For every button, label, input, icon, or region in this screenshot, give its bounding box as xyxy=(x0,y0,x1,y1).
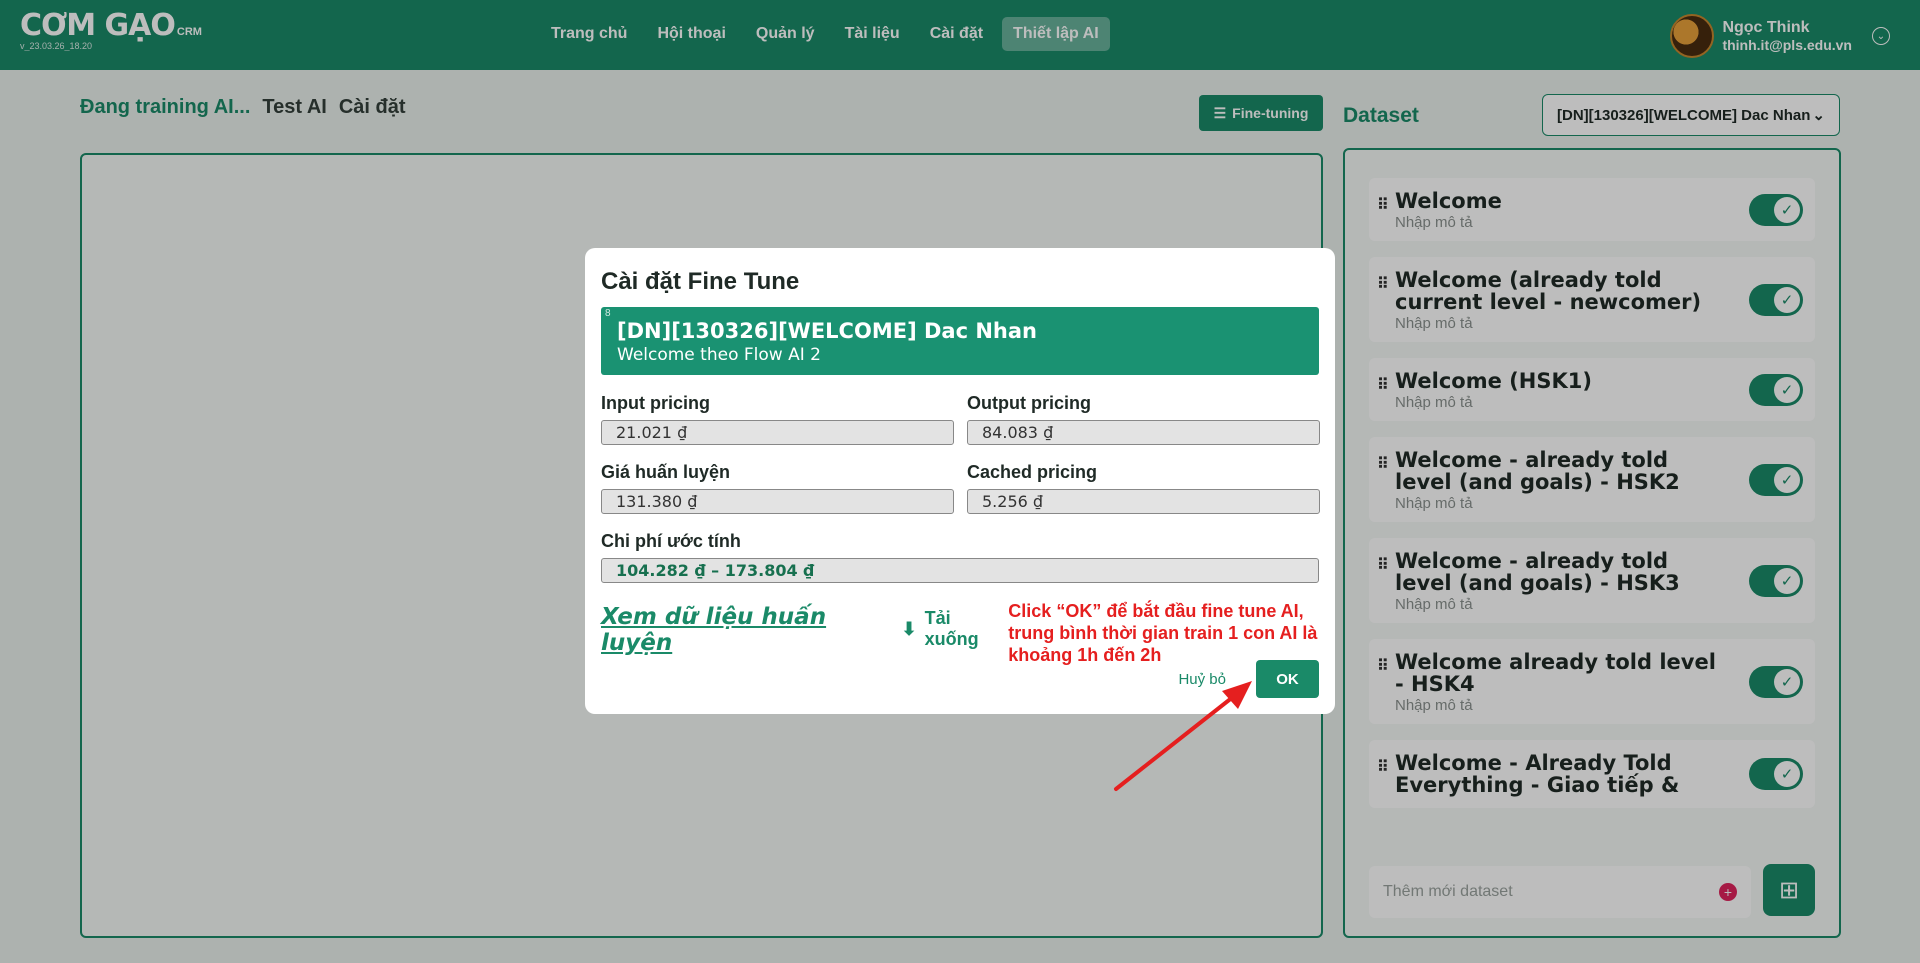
output-pricing-field: Output pricing 84.083 ₫ xyxy=(967,393,1320,462)
cached-pricing-value: 5.256 ₫ xyxy=(967,489,1320,514)
estimated-cost-value: 104.282 ₫ – 173.804 ₫ xyxy=(601,558,1319,583)
cached-pricing-field: Cached pricing 5.256 ₫ xyxy=(967,462,1320,531)
pricing-grid: Input pricing 21.021 ₫ Output pricing 84… xyxy=(601,393,1320,531)
annotation-note: Click “OK” để bắt đầu fine tune AI, trun… xyxy=(1008,601,1318,665)
model-name: [DN][130326][WELCOME] Dac Nhan xyxy=(617,319,1037,343)
training-price-value: 131.380 ₫ xyxy=(601,489,954,514)
input-pricing-label: Input pricing xyxy=(601,393,710,413)
model-card-badge: 8 xyxy=(605,308,611,319)
download-icon: ⬇ xyxy=(901,618,917,639)
download-label: Tải xuống xyxy=(924,608,979,649)
output-pricing-value: 84.083 ₫ xyxy=(967,420,1320,445)
download-button[interactable]: ⬇ Tải xuống xyxy=(902,608,1004,650)
view-training-data-link[interactable]: Xem dữ liệu huấn luyện xyxy=(601,604,888,656)
training-price-label: Giá huấn luyện xyxy=(601,462,731,482)
input-pricing-value: 21.021 ₫ xyxy=(601,420,954,445)
fine-tune-dialog: Cài đặt Fine Tune 8 [DN][130326][WELCOME… xyxy=(585,248,1335,714)
training-price-field: Giá huấn luyện 131.380 ₫ xyxy=(601,462,954,531)
model-card: 8 [DN][130326][WELCOME] Dac Nhan Welcome… xyxy=(601,307,1319,375)
output-pricing-label: Output pricing xyxy=(967,393,1091,413)
model-subtitle: Welcome theo Flow AI 2 xyxy=(617,345,821,365)
input-pricing-field: Input pricing 21.021 ₫ xyxy=(601,393,954,462)
dialog-links-row: Xem dữ liệu huấn luyện ⬇ Tải xuống Click… xyxy=(601,600,1319,666)
estimated-cost-label: Chi phí ước tính xyxy=(601,531,741,551)
cached-pricing-label: Cached pricing xyxy=(967,462,1098,482)
dialog-title: Cài đặt Fine Tune xyxy=(601,268,800,295)
ok-button[interactable]: OK xyxy=(1256,660,1319,698)
estimated-cost-field: Chi phí ước tính 104.282 ₫ – 173.804 ₫ xyxy=(601,531,1319,583)
annotation-arrow-icon xyxy=(1114,681,1252,791)
